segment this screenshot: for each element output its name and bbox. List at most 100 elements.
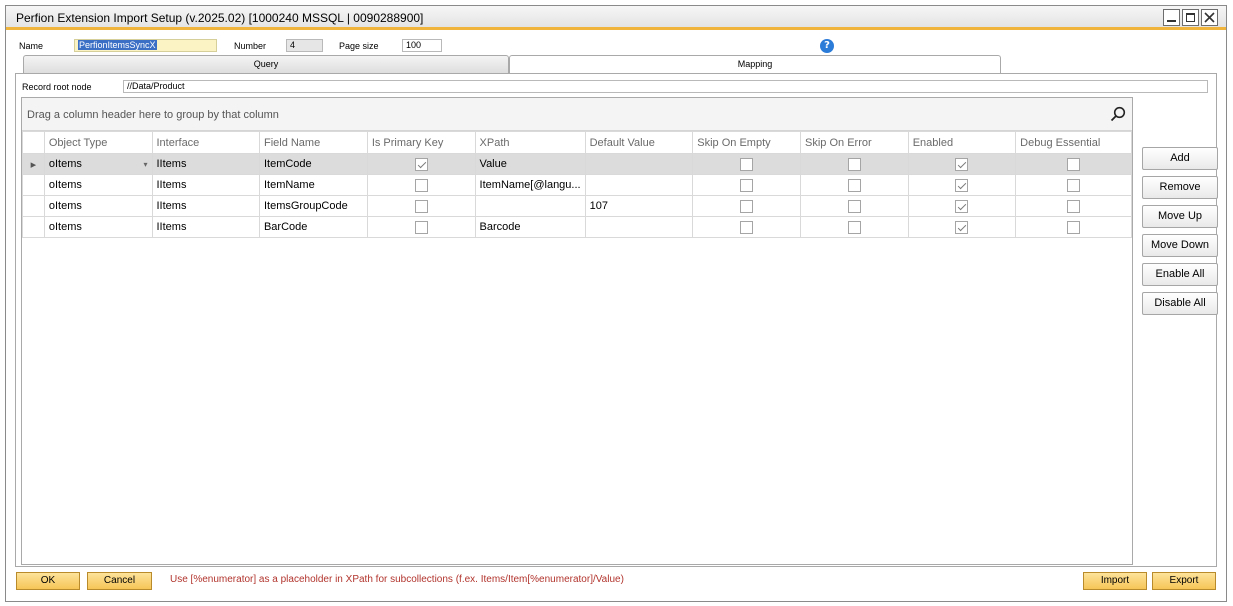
skip-on-empty-cell-checkbox[interactable] xyxy=(740,199,754,213)
skip-on-empty-cell-checkbox[interactable] xyxy=(740,220,754,234)
column-header[interactable]: XPath xyxy=(474,131,586,154)
xpath-cell[interactable]: Value xyxy=(474,153,586,175)
enabled-cell-checkbox[interactable] xyxy=(955,178,969,192)
default-value-cell[interactable] xyxy=(584,216,694,238)
debug-essential-cell[interactable] xyxy=(1015,195,1132,217)
table-row[interactable]: oItems IItems BarCode Barcode xyxy=(22,216,1132,238)
column-header[interactable]: Default Value xyxy=(584,131,694,154)
record-root-field[interactable]: //Data/Product xyxy=(123,80,1208,93)
column-header[interactable]: Skip On Empty xyxy=(692,131,802,154)
object-type-cell[interactable]: oItems xyxy=(43,195,153,217)
interface-cell[interactable]: IItems xyxy=(151,195,260,217)
field-name-cell[interactable]: ItemsGroupCode xyxy=(258,195,368,217)
enabled-cell[interactable] xyxy=(907,216,1017,238)
enabled-cell[interactable] xyxy=(907,195,1017,217)
object-type-cell[interactable]: oItems ▾ xyxy=(43,153,153,175)
table-row[interactable]: oItems IItems ItemsGroupCode 107 xyxy=(22,195,1132,217)
primary-key-cell[interactable] xyxy=(366,216,476,238)
field-name-cell[interactable]: BarCode xyxy=(258,216,368,238)
row-indicator[interactable] xyxy=(22,216,45,238)
skip-on-empty-cell[interactable] xyxy=(692,216,802,238)
field-name-cell[interactable]: ItemCode xyxy=(258,153,368,175)
skip-on-error-cell[interactable] xyxy=(800,174,909,196)
disable-all-button[interactable]: Disable All xyxy=(1142,292,1218,315)
move-down-button[interactable]: Move Down xyxy=(1142,234,1218,257)
debug-essential-cell-checkbox[interactable] xyxy=(1067,220,1081,234)
primary-key-cell-checkbox[interactable] xyxy=(414,157,428,171)
primary-key-cell[interactable] xyxy=(366,174,476,196)
debug-essential-cell-checkbox[interactable] xyxy=(1067,157,1081,171)
minimize-icon[interactable] xyxy=(1163,9,1180,26)
row-indicator[interactable] xyxy=(22,174,45,196)
close-icon[interactable] xyxy=(1201,9,1218,26)
table-row[interactable]: oItems IItems ItemName ItemName[@langu... xyxy=(22,174,1132,196)
import-button[interactable]: Import xyxy=(1083,572,1147,590)
interface-cell[interactable]: IItems xyxy=(151,216,260,238)
debug-essential-cell[interactable] xyxy=(1015,174,1132,196)
enabled-cell[interactable] xyxy=(907,174,1017,196)
interface-cell[interactable]: IItems xyxy=(151,153,260,175)
skip-on-error-cell[interactable] xyxy=(800,195,909,217)
tab-query[interactable]: Query xyxy=(23,55,509,73)
column-header[interactable]: Object Type xyxy=(43,131,153,154)
skip-on-error-cell-checkbox[interactable] xyxy=(847,220,861,234)
primary-key-cell-checkbox[interactable] xyxy=(414,199,428,213)
debug-essential-cell-checkbox[interactable] xyxy=(1067,199,1081,213)
skip-on-empty-cell[interactable] xyxy=(692,174,802,196)
primary-key-cell[interactable] xyxy=(366,195,476,217)
skip-on-empty-cell[interactable] xyxy=(692,195,802,217)
skip-on-error-cell[interactable] xyxy=(800,153,909,175)
search-icon[interactable] xyxy=(1110,106,1126,125)
column-header[interactable]: Field Name xyxy=(258,131,368,154)
xpath-cell[interactable]: ItemName[@langu... xyxy=(474,174,586,196)
enabled-cell-checkbox[interactable] xyxy=(955,157,969,171)
enabled-cell-checkbox[interactable] xyxy=(955,220,969,234)
object-type-cell[interactable]: oItems xyxy=(43,216,153,238)
field-name-cell[interactable]: ItemName xyxy=(258,174,368,196)
default-value-cell[interactable] xyxy=(584,153,694,175)
debug-essential-cell[interactable] xyxy=(1015,153,1132,175)
skip-on-error-cell-checkbox[interactable] xyxy=(847,178,861,192)
ok-button[interactable]: OK xyxy=(16,572,80,590)
default-value-cell[interactable]: 107 xyxy=(584,195,694,217)
xpath-cell[interactable]: Barcode xyxy=(474,216,586,238)
primary-key-cell-checkbox[interactable] xyxy=(414,220,428,234)
table-row[interactable]: ▸ oItems ▾ IItems ItemCode Value xyxy=(22,153,1132,175)
skip-on-empty-cell-checkbox[interactable] xyxy=(740,157,754,171)
debug-essential-cell[interactable] xyxy=(1015,216,1132,238)
name-field[interactable]: PerfionItemsSyncX xyxy=(74,39,217,52)
row-indicator[interactable]: ▸ xyxy=(22,153,45,175)
dropdown-arrow-icon[interactable]: ▾ xyxy=(143,160,147,169)
object-type-cell[interactable]: oItems xyxy=(43,174,153,196)
maximize-icon[interactable] xyxy=(1182,9,1199,26)
enable-all-button[interactable]: Enable All xyxy=(1142,263,1218,286)
skip-on-error-cell[interactable] xyxy=(800,216,909,238)
page-size-field[interactable]: 100 xyxy=(402,39,442,52)
interface-cell[interactable]: IItems xyxy=(151,174,260,196)
column-header[interactable]: Enabled xyxy=(907,131,1017,154)
default-value-cell[interactable] xyxy=(584,174,694,196)
title-bar[interactable]: Perfion Extension Import Setup (v.2025.0… xyxy=(6,6,1226,30)
skip-on-error-cell-checkbox[interactable] xyxy=(847,157,861,171)
group-panel[interactable]: Drag a column header here to group by th… xyxy=(22,98,1132,131)
add-button[interactable]: Add xyxy=(1142,147,1218,170)
cancel-button[interactable]: Cancel xyxy=(87,572,152,590)
column-header[interactable]: Debug Essential xyxy=(1015,131,1132,154)
debug-essential-cell-checkbox[interactable] xyxy=(1067,178,1081,192)
column-header[interactable]: Is Primary Key xyxy=(366,131,476,154)
column-header[interactable]: Skip On Error xyxy=(800,131,909,154)
enabled-cell-checkbox[interactable] xyxy=(955,199,969,213)
remove-button[interactable]: Remove xyxy=(1142,176,1218,199)
help-icon[interactable]: ? xyxy=(820,39,834,53)
skip-on-empty-cell-checkbox[interactable] xyxy=(740,178,754,192)
column-header[interactable]: Interface xyxy=(151,131,260,154)
primary-key-cell[interactable] xyxy=(366,153,476,175)
export-button[interactable]: Export xyxy=(1152,572,1216,590)
skip-on-error-cell-checkbox[interactable] xyxy=(847,199,861,213)
move-up-button[interactable]: Move Up xyxy=(1142,205,1218,228)
xpath-cell[interactable] xyxy=(474,195,586,217)
row-indicator[interactable] xyxy=(22,195,45,217)
enabled-cell[interactable] xyxy=(907,153,1017,175)
primary-key-cell-checkbox[interactable] xyxy=(414,178,428,192)
skip-on-empty-cell[interactable] xyxy=(692,153,802,175)
